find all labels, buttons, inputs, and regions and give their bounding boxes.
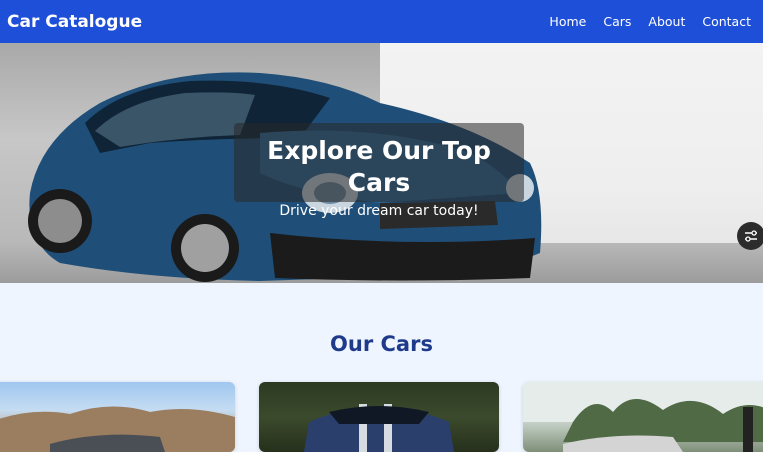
- filter-icon: [745, 230, 757, 242]
- car-card[interactable]: [0, 382, 235, 452]
- nav-link-home[interactable]: Home: [549, 14, 586, 29]
- hero-overlay: Explore Our Top Cars Drive your dream ca…: [234, 123, 524, 219]
- car-card-image: [523, 382, 763, 452]
- nav-links: Home Cars About Contact: [549, 14, 751, 29]
- car-card[interactable]: [523, 382, 763, 452]
- hero-subtitle: Drive your dream car today!: [279, 203, 479, 219]
- nav-link-contact[interactable]: Contact: [702, 14, 751, 29]
- car-card-image: [304, 404, 454, 452]
- navbar: Car Catalogue Home Cars About Contact: [0, 0, 763, 43]
- filter-button[interactable]: [737, 222, 763, 250]
- brand-logo[interactable]: Car Catalogue: [7, 12, 142, 32]
- hero-banner: Explore Our Top Cars Drive your dream ca…: [0, 43, 763, 283]
- car-card-image: [0, 406, 235, 452]
- nav-link-cars[interactable]: Cars: [603, 14, 631, 29]
- car-card[interactable]: [259, 382, 499, 452]
- nav-link-about[interactable]: About: [648, 14, 685, 29]
- hero-title: Explore Our Top Cars: [267, 136, 491, 197]
- section-title-our-cars: Our Cars: [330, 332, 433, 356]
